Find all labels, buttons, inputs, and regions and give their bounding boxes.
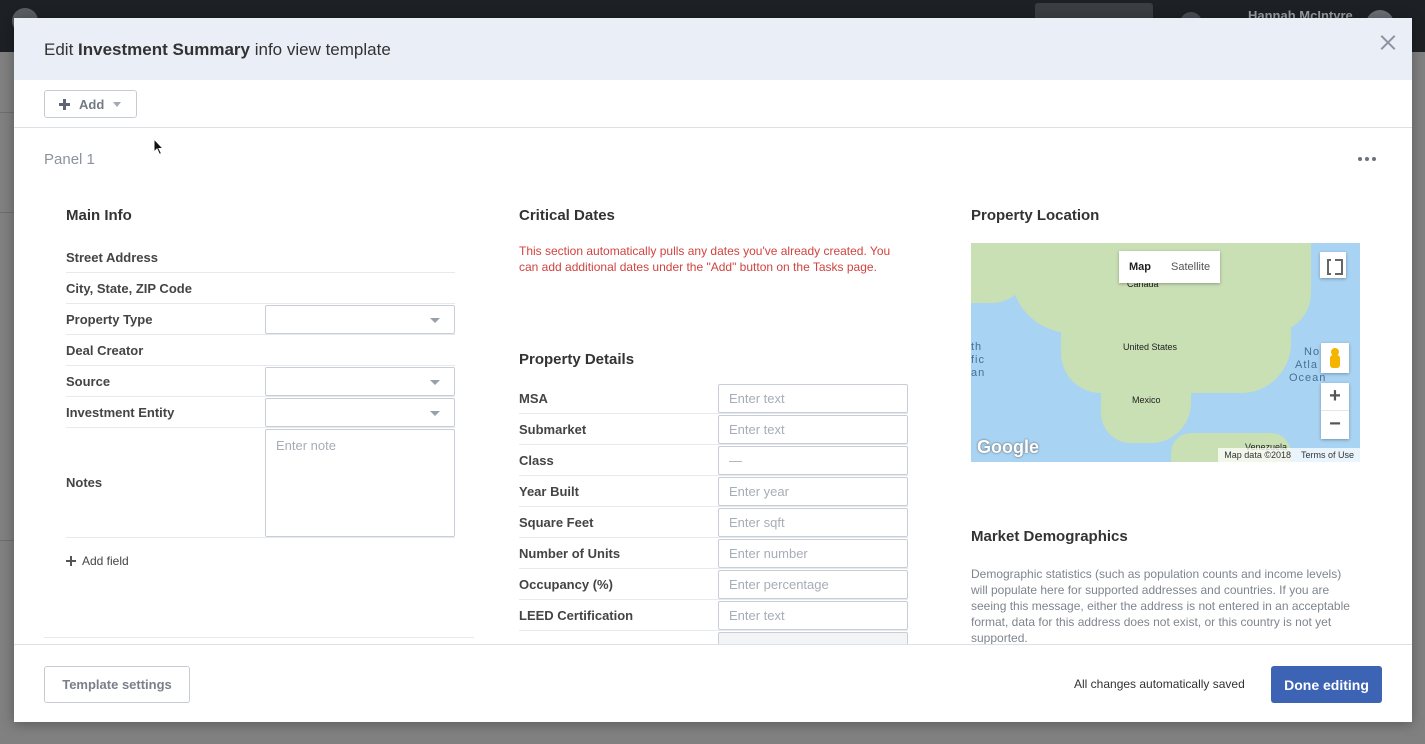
plus-icon bbox=[66, 556, 76, 566]
map-type-tabs: Map Satellite bbox=[1119, 251, 1221, 283]
field-row-property-type: Property Type bbox=[66, 304, 455, 335]
zoom-controls: + − bbox=[1321, 383, 1349, 439]
field-row-year-built: Year Built Enter year bbox=[519, 476, 908, 507]
map-label-mexico: Mexico bbox=[1132, 395, 1161, 405]
zoom-out-icon[interactable]: − bbox=[1321, 411, 1349, 439]
chevron-down-icon bbox=[430, 411, 440, 416]
template-settings-button[interactable]: Template settings bbox=[44, 666, 190, 703]
partial-input[interactable] bbox=[718, 632, 908, 644]
section-title: Property Location bbox=[971, 207, 1100, 224]
notes-textarea[interactable]: Enter note bbox=[265, 429, 455, 537]
plus-icon bbox=[59, 98, 70, 110]
map-tab-satellite[interactable]: Satellite bbox=[1161, 261, 1220, 273]
msa-input[interactable]: Enter text bbox=[718, 384, 908, 413]
edit-template-modal: Edit Investment Summary info view templa… bbox=[14, 18, 1412, 722]
field-row-notes: Notes Enter note bbox=[66, 428, 455, 538]
field-row-leed-certification: LEED Certification Enter text bbox=[519, 600, 908, 631]
modal-header: Edit Investment Summary info view templa… bbox=[14, 18, 1412, 80]
map-attribution: Map data ©2018 Terms of Use bbox=[1218, 448, 1360, 462]
fullscreen-icon[interactable] bbox=[1320, 252, 1346, 278]
panel-title[interactable]: Panel 1 bbox=[44, 151, 95, 168]
field-row-partial bbox=[519, 631, 908, 644]
field-row-number-of-units: Number of Units Enter number bbox=[519, 538, 908, 569]
done-editing-button[interactable]: Done editing bbox=[1271, 666, 1382, 703]
field-row-class: Class — bbox=[519, 445, 908, 476]
class-select[interactable]: — bbox=[718, 446, 908, 475]
pegman-icon[interactable] bbox=[1321, 343, 1349, 373]
chevron-down-icon bbox=[113, 101, 122, 107]
panel-1: Panel 1 Main Info Street Address City, S… bbox=[14, 129, 1412, 644]
terms-of-use-link[interactable]: Terms of Use bbox=[1301, 450, 1354, 460]
chevron-down-icon bbox=[430, 318, 440, 323]
field-row-city-state-zip: City, State, ZIP Code bbox=[66, 273, 455, 304]
square-feet-input[interactable]: Enter sqft bbox=[718, 508, 908, 537]
chevron-down-icon bbox=[430, 380, 440, 385]
property-details-fields: MSA Enter text Submarket Enter text Clas… bbox=[519, 383, 908, 644]
critical-dates-section: Critical Dates This section automaticall… bbox=[519, 207, 908, 644]
investment-entity-select[interactable] bbox=[265, 398, 455, 427]
field-row-source: Source bbox=[66, 366, 455, 397]
property-details-title: Property Details bbox=[519, 351, 635, 368]
field-row-investment-entity: Investment Entity bbox=[66, 397, 455, 428]
field-row-square-feet: Square Feet Enter sqft bbox=[519, 507, 908, 538]
field-row-submarket: Submarket Enter text bbox=[519, 414, 908, 445]
add-field-link[interactable]: Add field bbox=[66, 554, 455, 568]
submarket-input[interactable]: Enter text bbox=[718, 415, 908, 444]
year-built-input[interactable]: Enter year bbox=[718, 477, 908, 506]
section-title: Main Info bbox=[66, 207, 132, 224]
field-row-occupancy: Occupancy (%) Enter percentage bbox=[519, 569, 908, 600]
section-title: Critical Dates bbox=[519, 207, 615, 224]
more-options-icon[interactable] bbox=[1358, 157, 1376, 161]
field-row-msa: MSA Enter text bbox=[519, 383, 908, 414]
market-demographics-title: Market Demographics bbox=[971, 528, 1128, 545]
critical-dates-note: This section automatically pulls any dat… bbox=[519, 244, 891, 274]
source-select[interactable] bbox=[265, 367, 455, 396]
map-label-pacific: th bbox=[971, 341, 983, 353]
field-row-street-address: Street Address bbox=[66, 242, 455, 273]
number-of-units-input[interactable]: Enter number bbox=[718, 539, 908, 568]
property-map[interactable]: Canada United States Mexico Venezuela th… bbox=[971, 243, 1360, 462]
market-demographics-text: Demographic statistics (such as populati… bbox=[971, 567, 1350, 644]
property-location-section: Property Location Canada United States M… bbox=[971, 207, 1360, 644]
map-label-united-states: United States bbox=[1123, 342, 1178, 352]
add-button-label: Add bbox=[79, 96, 105, 112]
divider bbox=[44, 637, 474, 638]
property-type-select[interactable] bbox=[265, 305, 455, 334]
main-info-section: Main Info Street Address City, State, ZI… bbox=[66, 207, 455, 568]
zoom-in-icon[interactable]: + bbox=[1321, 383, 1349, 411]
google-logo: Google bbox=[977, 437, 1039, 457]
map-label-atlantic: No bbox=[1304, 346, 1321, 358]
main-info-fields: Street Address City, State, ZIP Code Pro… bbox=[66, 242, 455, 538]
close-icon[interactable] bbox=[1378, 32, 1398, 52]
modal-footer: Template settings All changes automatica… bbox=[14, 644, 1412, 722]
add-button[interactable]: Add bbox=[44, 90, 137, 118]
field-row-deal-creator: Deal Creator bbox=[66, 335, 455, 366]
modal-toolbar: Add bbox=[14, 80, 1412, 128]
occupancy-input[interactable]: Enter percentage bbox=[718, 570, 908, 599]
modal-title: Edit Investment Summary info view templa… bbox=[44, 40, 391, 59]
map-tab-map[interactable]: Map bbox=[1119, 261, 1161, 273]
leed-certification-input[interactable]: Enter text bbox=[718, 601, 908, 630]
autosave-status: All changes automatically saved bbox=[1074, 677, 1245, 691]
